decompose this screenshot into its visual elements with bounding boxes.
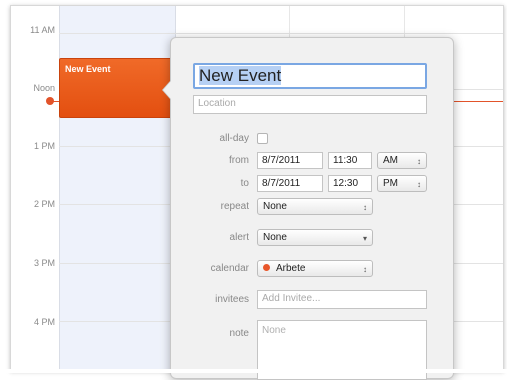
from-ampm-stepper[interactable]: AM ↕ [377, 152, 427, 169]
calendar-color-dot [263, 263, 270, 271]
repeat-value: None [263, 201, 287, 212]
event-editor-popover: New Event Location all-day from 8/7/2011… [163, 37, 454, 380]
alert-label: alert [229, 232, 249, 243]
to-ampm-stepper[interactable]: PM ↕ [377, 175, 427, 192]
to-label: to [240, 178, 249, 189]
time-label-2pm: 2 PM [33, 199, 55, 209]
allday-label: all-day [219, 133, 249, 144]
alert-select[interactable]: None ▾ [257, 229, 373, 246]
time-label-4pm: 4 PM [33, 317, 55, 327]
invitees-label: invitees [215, 294, 249, 305]
event-title-text: New Event [199, 66, 282, 85]
time-label-1pm: 1 PM [33, 141, 55, 151]
from-date-field[interactable]: 8/7/2011 [257, 152, 323, 169]
to-date-field[interactable]: 8/7/2011 [257, 175, 323, 192]
repeat-label: repeat [220, 201, 249, 212]
location-input[interactable]: Location [193, 95, 427, 114]
calendar-value: Arbete [276, 263, 306, 274]
time-label-11am: 11 AM [30, 25, 55, 35]
calendar-select[interactable]: Arbete ↕ [257, 260, 373, 277]
current-time-marker [46, 97, 54, 105]
event-title: New Event [65, 64, 111, 74]
note-label: note [229, 328, 249, 339]
hour-line [59, 33, 503, 34]
stepper-icon: ↕ [363, 265, 367, 274]
event-title-input[interactable]: New Event [193, 63, 427, 89]
to-ampm-value: PM [383, 178, 398, 189]
to-time-field[interactable]: 12:30 [328, 175, 372, 192]
allday-checkbox[interactable] [257, 133, 268, 144]
invitees-input[interactable]: Add Invitee... [257, 290, 427, 309]
stepper-icon: ↕ [417, 157, 421, 166]
alert-value: None [263, 232, 287, 243]
from-time-field[interactable]: 11:30 [328, 152, 372, 169]
stepper-icon: ↕ [417, 180, 421, 189]
calendar-label: calendar [210, 263, 249, 274]
repeat-select[interactable]: None ↕ [257, 198, 373, 215]
chevron-down-icon: ▾ [362, 234, 367, 243]
from-label: from [229, 155, 249, 166]
new-event-block[interactable]: New Event [59, 58, 175, 118]
time-label-3pm: 3 PM [33, 258, 55, 268]
page-bottom-margin [0, 369, 507, 373]
time-label-noon: Noon [33, 83, 55, 93]
from-ampm-value: AM [383, 155, 398, 166]
stepper-icon: ↕ [363, 203, 367, 212]
popover-arrow [163, 81, 171, 99]
